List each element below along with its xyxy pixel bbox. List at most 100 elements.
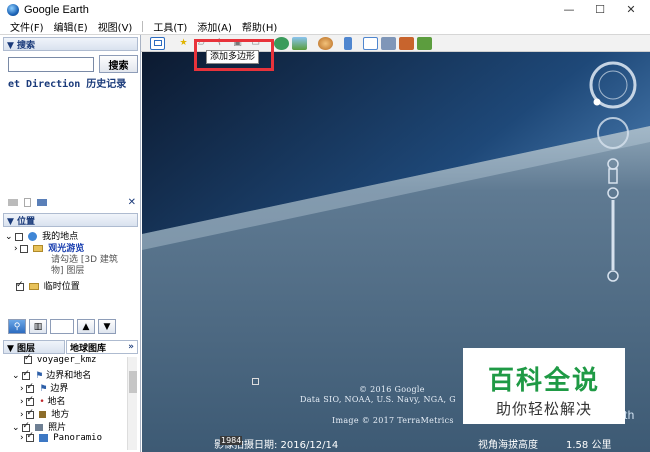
places-panel-header[interactable]: ▼ 位置	[3, 213, 138, 227]
print-icon[interactable]	[37, 198, 47, 206]
save-image-icon[interactable]	[399, 36, 414, 50]
layer-row[interactable]: ⌄ ⚑ 边界和地名	[12, 368, 92, 382]
close-button[interactable]: ✕	[615, 0, 647, 19]
window-title: Google Earth	[24, 3, 89, 16]
expand-icon[interactable]: ›	[20, 384, 24, 394]
menu-separator	[142, 21, 144, 32]
search-button[interactable]: 搜索	[99, 55, 138, 73]
tree-row-temp-places[interactable]: 临时位置	[16, 279, 80, 292]
menu-file[interactable]: 文件(F)	[10, 19, 44, 34]
layer-row[interactable]: ⌄ 照片	[12, 420, 67, 434]
layer-row[interactable]: › • 地名	[20, 394, 66, 408]
expand-icon[interactable]: ⌄	[12, 371, 20, 381]
search-panel-header[interactable]: ▼ 搜索	[3, 37, 138, 51]
map-credit-data: Data SIO, NOAA, U.S. Navy, NGA, G	[300, 395, 456, 404]
switch-planet-icon[interactable]	[318, 36, 333, 50]
flag-icon: ⚑	[39, 384, 48, 394]
menu-edit[interactable]: 编辑(E)	[54, 19, 88, 34]
tab-layers[interactable]: ▼ 图层	[3, 340, 65, 354]
expand-icon[interactable]: ›	[14, 244, 18, 254]
panel-nav-controls: ⚲ ▥ ▲ ▼	[8, 319, 116, 334]
checkbox[interactable]	[26, 395, 35, 406]
sidebar-toggle-icon[interactable]	[150, 36, 165, 50]
layer-label: 照片	[48, 423, 67, 433]
highlight-box	[194, 39, 274, 71]
layer-label: voyager_kmz	[36, 355, 97, 365]
expand-icon[interactable]: ›	[20, 397, 24, 407]
expand-icon[interactable]: ⌄	[12, 423, 20, 433]
sunlight-icon[interactable]	[292, 36, 307, 50]
menu-view[interactable]: 视图(V)	[98, 19, 133, 34]
folder-icon	[33, 245, 44, 252]
minimize-button[interactable]: —	[553, 0, 585, 19]
temp-places-label: 临时位置	[43, 282, 80, 292]
map-cursor-icon	[252, 378, 259, 385]
tab-earth-gallery-label: 地球图库	[70, 343, 107, 354]
panoramio-icon	[39, 433, 49, 442]
checkbox[interactable]	[26, 382, 35, 393]
expand-icon[interactable]: ›	[20, 433, 24, 443]
logo-fragment: th	[624, 408, 635, 422]
layer-row[interactable]: › 地方	[20, 407, 69, 421]
globe-icon	[28, 232, 38, 241]
sidebar: ▼ 搜索 搜索 et Direction 历史记录 ✕ ▼ 位置 ⌄ 我的地点 …	[0, 35, 141, 452]
checkbox[interactable]	[26, 431, 35, 442]
photo-icon	[35, 424, 44, 431]
email-icon[interactable]	[363, 36, 378, 50]
tab-earth-gallery[interactable]: 地球图库 »	[66, 340, 138, 354]
altitude-label: 视角海拔高度	[478, 440, 538, 451]
menu-tools[interactable]: 工具(T)	[153, 19, 187, 34]
watermark-overlay: 百科全说 助你轻松解决	[463, 348, 625, 424]
add-folder-icon[interactable]	[8, 198, 18, 206]
scrollbar-thumb[interactable]	[129, 371, 137, 393]
title-bar: Google Earth — ☐ ✕	[0, 0, 650, 19]
folder-icon	[28, 283, 39, 290]
layers-scrollbar[interactable]	[127, 357, 137, 450]
map-credit-google: © 2016 Google	[359, 385, 425, 394]
menu-add[interactable]: 添加(A)	[197, 19, 232, 34]
print-icon[interactable]	[381, 36, 396, 50]
status-bar: 影像拍摄日期: 2016/12/14 1984 视角海拔高度 1.58 公里	[142, 433, 650, 452]
move-up-icon[interactable]: ▲	[77, 319, 95, 334]
add-placemark-icon[interactable]: ★	[176, 37, 191, 50]
menu-bar: 文件(F) 编辑(E) 视图(V) 工具(T) 添加(A) 帮助(H)	[0, 19, 650, 35]
places-toolbar: ✕	[8, 195, 136, 209]
layer-row[interactable]: › ⚑ 边界	[20, 381, 69, 395]
layer-label: 边界	[50, 384, 69, 394]
google-earth-app-icon	[7, 3, 19, 16]
tour-hint-line2: 物] 图层	[51, 266, 85, 276]
panel-toggle-icon[interactable]: ▥	[29, 319, 47, 334]
search-input[interactable]	[8, 57, 94, 72]
layer-label: 地名	[47, 397, 66, 407]
layer-row[interactable]: › Panoramio	[20, 431, 103, 444]
checkbox[interactable]	[26, 408, 35, 419]
expand-icon[interactable]: ⌄	[5, 232, 13, 242]
historical-imagery-icon[interactable]	[274, 36, 289, 50]
map-credit-image: Image © 2017 TerraMetrics	[332, 416, 454, 425]
place-icon	[39, 411, 47, 418]
layer-label: 边界和地名	[46, 371, 92, 381]
checkbox[interactable]	[15, 232, 24, 241]
menu-help[interactable]: 帮助(H)	[242, 19, 277, 34]
panel-close-icon[interactable]: ✕	[128, 197, 136, 208]
checkbox[interactable]	[16, 280, 24, 291]
checkbox[interactable]	[20, 244, 29, 253]
copy-icon[interactable]	[24, 197, 31, 207]
google-maps-icon[interactable]	[417, 36, 432, 50]
dot-icon: •	[39, 397, 45, 407]
checkbox[interactable]	[22, 369, 31, 380]
nav-field[interactable]	[50, 319, 74, 334]
ruler-icon[interactable]	[344, 36, 352, 50]
watermark-subtitle: 助你轻松解决	[495, 400, 592, 418]
checkbox[interactable]	[24, 353, 32, 364]
maximize-button[interactable]: ☐	[584, 0, 616, 19]
layer-row[interactable]: voyager_kmz	[24, 353, 97, 365]
watermark-title: 百科全说	[487, 366, 600, 396]
expand-panel-icon[interactable]: »	[128, 342, 134, 352]
layer-label: Panoramio	[53, 433, 103, 443]
expand-icon[interactable]: ›	[20, 410, 24, 420]
search-tabs[interactable]: et Direction 历史记录	[8, 75, 126, 90]
historical-year-badge[interactable]: 1984	[220, 436, 243, 445]
move-down-icon[interactable]: ▼	[98, 319, 116, 334]
search-toggle-icon[interactable]: ⚲	[8, 319, 26, 334]
